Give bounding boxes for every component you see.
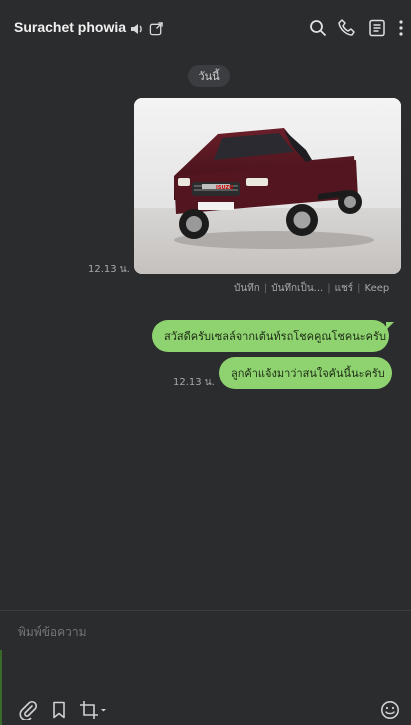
- message-timestamp: 12.13 น.: [173, 377, 215, 388]
- photo-message[interactable]: ISUZU: [134, 98, 401, 274]
- chat-header: Surachet phowia: [0, 0, 411, 56]
- save-link[interactable]: บันทึก: [234, 283, 260, 294]
- phone-icon[interactable]: [337, 18, 357, 38]
- emoji-icon[interactable]: [380, 700, 400, 720]
- message-input[interactable]: [16, 624, 390, 640]
- screenshot-crop-icon[interactable]: [79, 700, 107, 720]
- bookmark-icon[interactable]: [49, 700, 69, 720]
- notes-icon[interactable]: [367, 18, 387, 38]
- chat-title[interactable]: Surachet phowia: [14, 19, 126, 35]
- search-icon[interactable]: [308, 18, 328, 38]
- open-external-icon[interactable]: [149, 21, 164, 36]
- bubble-tail: [386, 322, 394, 330]
- keep-link[interactable]: Keep: [365, 283, 390, 294]
- more-options-icon[interactable]: [394, 18, 408, 38]
- save-as-link[interactable]: บันทึกเป็น...: [271, 283, 323, 294]
- composer-divider: [0, 610, 411, 611]
- message-bubble[interactable]: ลูกค้าแจ้งมาว่าสนใจคันนี้นะครับ: [219, 357, 392, 389]
- speaker-icon[interactable]: [129, 21, 145, 37]
- message-bubble[interactable]: สวัสดีครับเซลล์จากเต้นท์รถโชคคูณโชคนะครั…: [152, 320, 389, 352]
- date-divider: วันนี้: [188, 65, 230, 87]
- attach-icon[interactable]: [18, 700, 38, 721]
- image-actions: บันทึก | บันทึกเป็น... | แชร์ | Keep: [234, 283, 390, 294]
- pickup-truck-photo: ISUZU: [134, 98, 401, 274]
- photo-badge: ISUZU: [216, 185, 233, 191]
- image-timestamp: 12.13 น.: [88, 264, 130, 275]
- share-link[interactable]: แชร์: [335, 283, 354, 294]
- left-edge-strip: [0, 650, 2, 725]
